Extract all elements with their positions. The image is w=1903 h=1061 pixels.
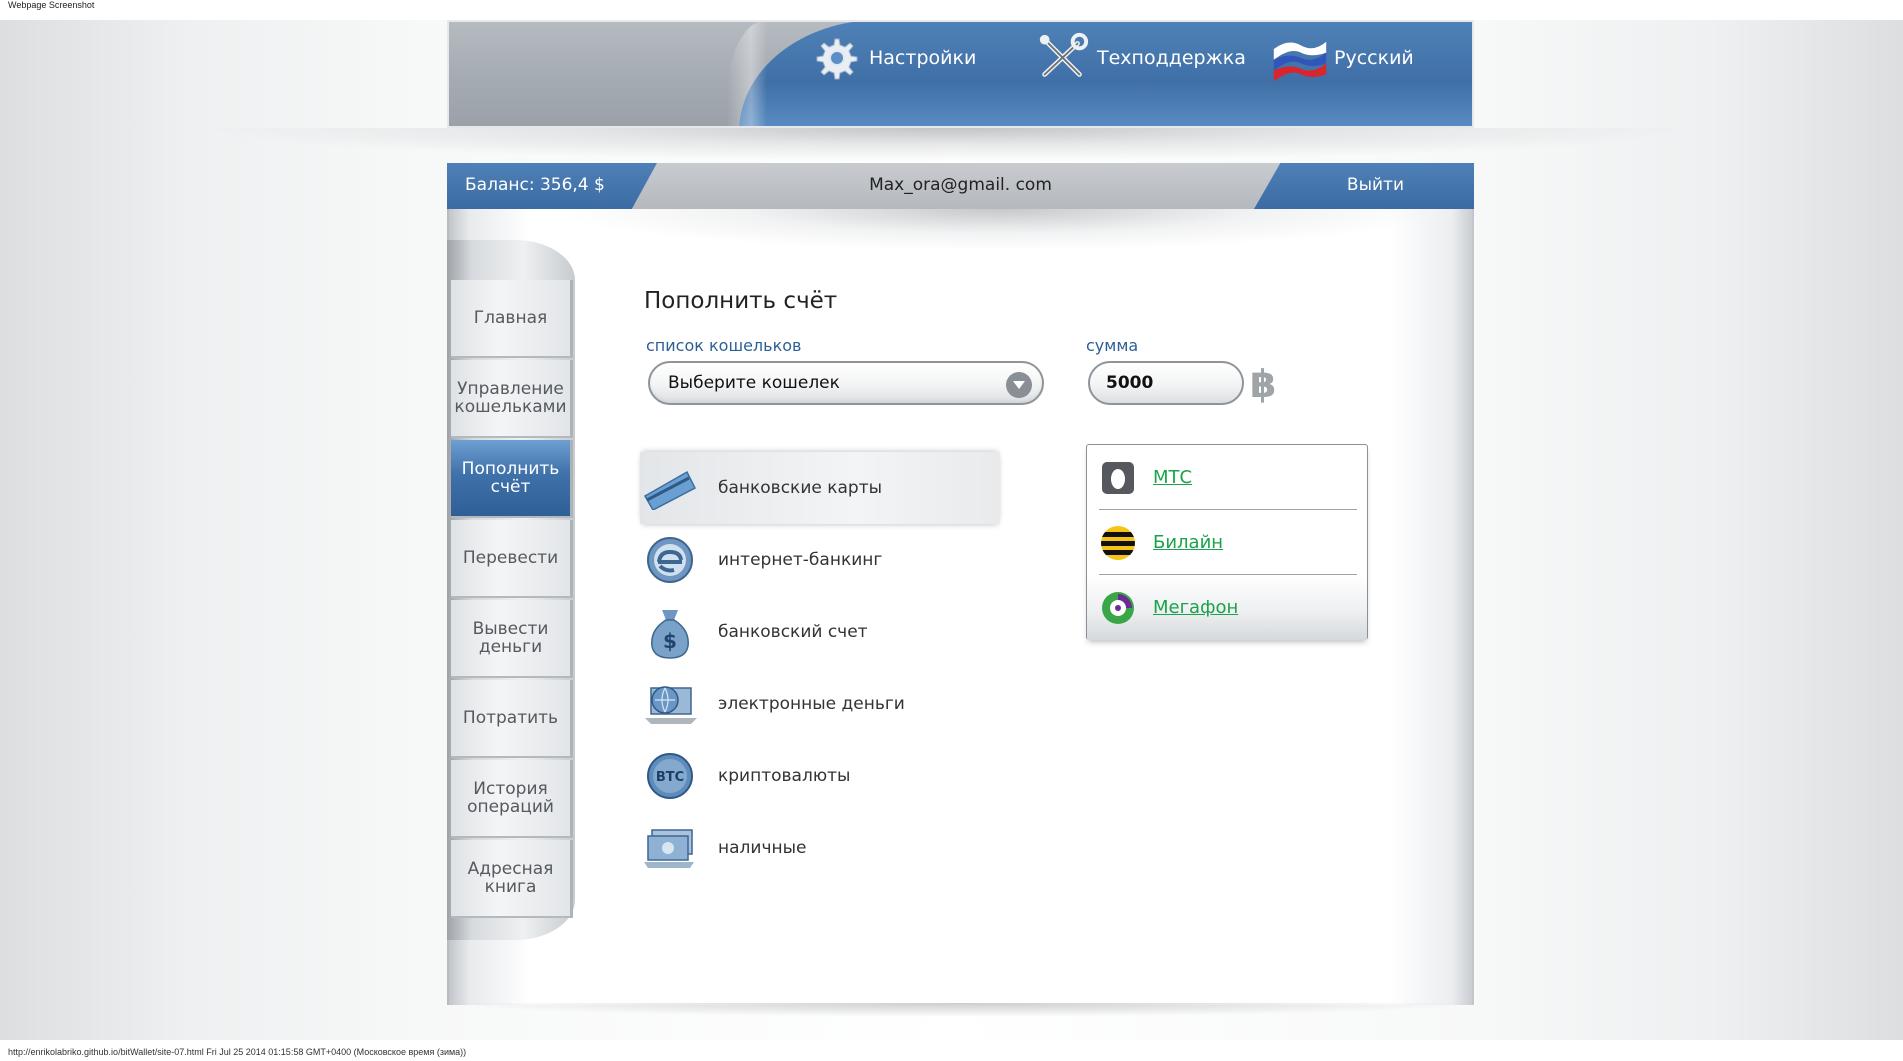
money-bag-icon: $ [640, 602, 700, 662]
method-bank-cards[interactable]: банковские карты [640, 452, 1000, 524]
svg-text:$: $ [663, 629, 677, 653]
sidebar-item-withdraw[interactable]: Вывести деньги [451, 600, 573, 678]
sidebar-item-top-up[interactable]: Пополнить счёт [451, 440, 573, 518]
operator-megafon[interactable]: Мегафон [1087, 575, 1367, 640]
sidebar-item-label: Пополнить счёт [461, 459, 560, 497]
operator-mts[interactable]: МТС [1087, 445, 1367, 510]
mobile-operators-panel: МТС Билайн Мегафон [1086, 444, 1368, 640]
internet-explorer-icon [640, 530, 700, 590]
amount-label: сумма [1086, 336, 1139, 355]
sidebar-item-label: Перевести [462, 548, 559, 568]
btc-coin-icon: BTC [640, 746, 700, 806]
sidebar-item-label: Потратить [462, 708, 559, 728]
method-label: банковские карты [718, 478, 883, 498]
sidebar-item-label: История операций [467, 779, 554, 817]
method-internet-banking[interactable]: интернет-банкинг [640, 524, 1000, 596]
wallet-select-value: Выберите кошелек [668, 373, 840, 393]
gear-icon [807, 30, 863, 86]
method-label: банковский счет [718, 622, 868, 642]
method-label: наличные [718, 838, 807, 858]
account-bar: Баланс: 356,4 $ Max_ora@gmail. com Выйти [447, 163, 1474, 209]
sidebar-item-spend[interactable]: Потратить [451, 680, 573, 758]
megafon-logo-icon [1099, 589, 1137, 627]
logout-button[interactable]: Выйти [1347, 175, 1404, 195]
method-cash[interactable]: наличные [640, 812, 1000, 884]
operator-label: МТС [1153, 467, 1193, 488]
user-email: Max_ora@gmail. com [869, 175, 1052, 195]
tools-icon [1035, 30, 1091, 86]
globe-laptop-icon [640, 674, 700, 734]
operator-label: Билайн [1153, 532, 1224, 553]
method-label: электронные деньги [718, 694, 905, 714]
panel-bottom-shade [447, 1003, 1474, 1017]
method-e-money[interactable]: электронные деньги [640, 668, 1000, 740]
sidebar-item-label: Главная [473, 308, 548, 328]
credit-card-icon [640, 458, 700, 518]
sidebar: Главная Управление кошельками Пополнить … [447, 240, 575, 940]
settings-link[interactable]: Настройки [807, 30, 976, 86]
sidebar-item-address-book[interactable]: Адресная книга [451, 840, 573, 918]
operator-beeline[interactable]: Билайн [1087, 510, 1367, 575]
sidebar-item-label: Адресная книга [467, 859, 554, 897]
page-caption: Webpage Screenshot [8, 0, 95, 10]
wallet-select[interactable]: Выберите кошелек [648, 361, 1044, 405]
header-shadow [200, 128, 1700, 162]
sidebar-item-label: Управление кошельками [454, 379, 567, 417]
bitcoin-icon: ฿ [1250, 362, 1277, 406]
support-label: Техподдержка [1097, 47, 1246, 69]
language-selector[interactable]: Русский [1272, 30, 1414, 86]
chevron-down-icon [1006, 372, 1032, 398]
operator-label: Мегафон [1153, 597, 1239, 618]
method-crypto[interactable]: BTC криптовалюты [640, 740, 1000, 812]
cash-icon [640, 818, 700, 878]
sidebar-item-wallets[interactable]: Управление кошельками [451, 360, 573, 438]
wallet-list-label: список кошельков [646, 336, 802, 355]
beeline-stripes-icon [1099, 524, 1137, 562]
page-title: Пополнить счёт [644, 288, 838, 314]
method-label: криптовалюты [718, 766, 851, 786]
settings-label: Настройки [869, 47, 977, 69]
amount-input[interactable] [1088, 361, 1244, 405]
panel-top-shade [549, 209, 1449, 251]
sidebar-item-history[interactable]: История операций [451, 760, 573, 838]
svg-text:BTC: BTC [656, 770, 684, 785]
mts-egg-icon [1099, 459, 1137, 497]
footer-url: http://enrikolabriko.github.io/bitWallet… [8, 1047, 467, 1057]
language-label: Русский [1334, 47, 1414, 69]
support-link[interactable]: Техподдержка [1035, 30, 1246, 86]
sidebar-item-transfer[interactable]: Перевести [451, 520, 573, 598]
method-bank-account[interactable]: $ банковский счет [640, 596, 1000, 668]
method-label: интернет-банкинг [718, 550, 883, 570]
russia-flag-icon [1272, 30, 1328, 86]
sidebar-item-home[interactable]: Главная [451, 280, 573, 358]
sidebar-item-label: Вывести деньги [472, 619, 549, 657]
